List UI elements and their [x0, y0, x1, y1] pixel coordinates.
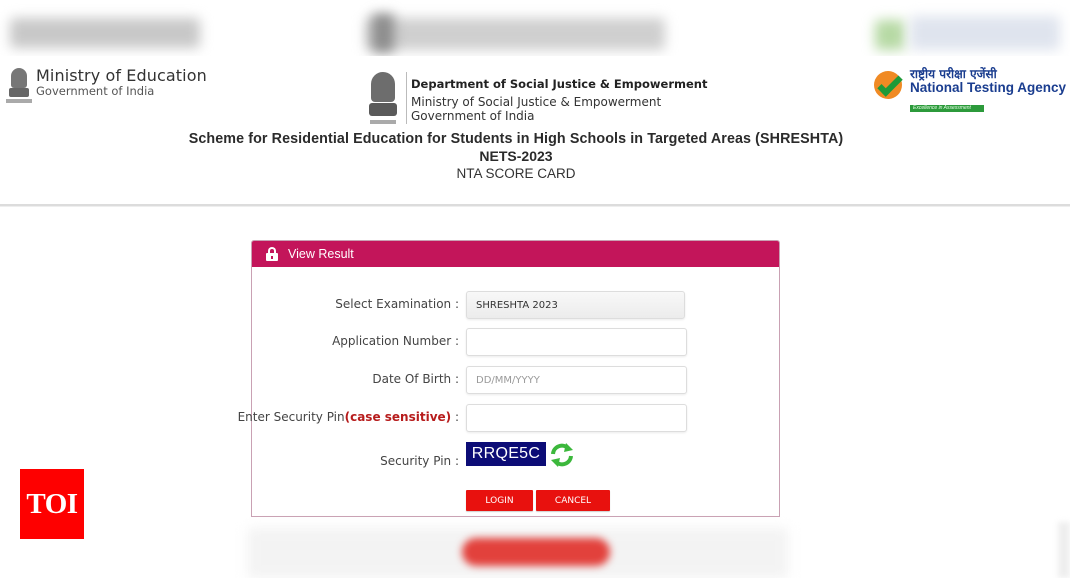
exam-label: Select Examination :	[335, 297, 459, 311]
dsje-logo: Department of Social Justice & Empowerme…	[366, 70, 707, 128]
login-button[interactable]: LOGIN	[466, 490, 533, 511]
header-divider	[0, 204, 1070, 207]
moe-subtitle: Government of India	[36, 84, 155, 98]
toi-watermark-logo: TOI	[20, 469, 84, 539]
national-emblem-icon	[366, 70, 400, 128]
logo-divider	[406, 72, 407, 124]
nta-logo: राष्ट्रीय परीक्षा एजेंसी National Testin…	[874, 67, 1067, 114]
nta-check-icon	[874, 71, 904, 101]
blurred-top-strip	[0, 0, 1070, 56]
exam-row: Select Examination : SHRESHTA 2023	[252, 291, 779, 319]
nta-english-name: National Testing Agency	[910, 80, 1067, 96]
view-result-panel: View Result Select Examination : SHRESHT…	[238, 240, 780, 517]
toi-text: TOI	[26, 487, 78, 520]
captcha-row: Security Pin : RRQE5C	[252, 442, 779, 470]
exam-name: NETS-2023	[479, 148, 553, 164]
captcha-image: RRQE5C	[466, 442, 546, 466]
security-pin-input[interactable]	[466, 404, 687, 432]
ministry-of-education-logo: Ministry of Education Government of Indi…	[6, 68, 207, 108]
panel-header: View Result	[252, 241, 779, 267]
dsje-government: Government of India	[411, 109, 535, 124]
panel-title: View Result	[288, 247, 354, 261]
application-number-input[interactable]	[466, 328, 687, 356]
exam-select[interactable]: SHRESHTA 2023	[466, 291, 685, 319]
security-pin-label-main: Enter Security Pin	[237, 410, 345, 424]
security-pin-label-suffix: :	[451, 410, 459, 424]
moe-title: Ministry of Education	[36, 66, 207, 85]
nta-tagline: Excellence in Assessment	[910, 105, 984, 113]
dsje-ministry: Ministry of Social Justice & Empowerment	[411, 94, 662, 109]
national-emblem-icon	[6, 68, 32, 108]
lock-icon	[266, 247, 278, 261]
security-pin-input-row: Enter Security Pin(case sensitive) :	[238, 404, 779, 432]
page-title-block: Scheme for Residential Education for Stu…	[0, 131, 1032, 181]
blurred-right-edge	[1058, 522, 1070, 578]
refresh-captcha-icon[interactable]	[549, 442, 575, 468]
application-label: Application Number :	[332, 334, 459, 348]
captcha-label: Security Pin :	[380, 454, 459, 468]
scheme-title: Scheme for Residential Education for Stu…	[188, 131, 844, 147]
dob-row: Date Of Birth :	[252, 366, 779, 394]
case-sensitive-note: (case sensitive)	[344, 410, 452, 424]
exam-selected-value: SHRESHTA 2023	[476, 299, 558, 311]
blurred-bottom-area	[240, 522, 800, 578]
score-card-label: NTA SCORE CARD	[456, 166, 576, 181]
application-row: Application Number :	[252, 328, 779, 356]
cancel-button[interactable]: CANCEL	[536, 490, 610, 511]
security-pin-input-label: Enter Security Pin(case sensitive) :	[238, 410, 459, 424]
dob-input[interactable]	[466, 366, 687, 394]
dob-label: Date Of Birth :	[372, 372, 459, 386]
dsje-department: Department of Social Justice & Empowerme…	[411, 77, 708, 91]
